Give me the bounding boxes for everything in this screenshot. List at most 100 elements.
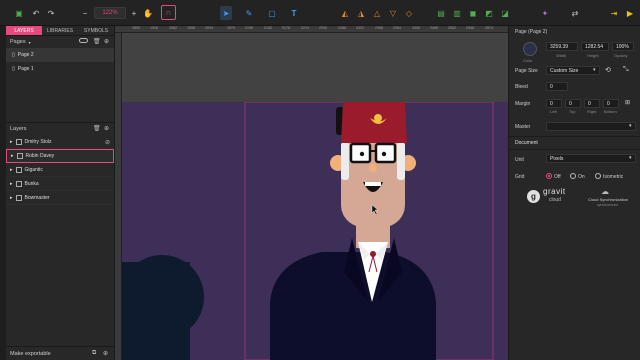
- ruler-tick: 2214: [301, 26, 309, 30]
- rectangle-tool-icon[interactable]: ▢: [266, 6, 278, 20]
- add-page-icon[interactable]: ⊕: [104, 38, 109, 45]
- page-color-swatch[interactable]: [523, 42, 537, 56]
- present-icon[interactable]: ▶: [624, 6, 636, 20]
- pages-label: Pages: [10, 39, 26, 45]
- layer-item-dmitry-stolz[interactable]: ▸ Dmitry Stolz ⊘: [6, 135, 114, 149]
- page-size-select[interactable]: Custom Size: [546, 66, 600, 75]
- margin-lock-icon[interactable]: ⊞: [625, 99, 630, 106]
- chevron-down-icon: ▾: [593, 67, 596, 73]
- group-icon: [15, 166, 22, 173]
- grid-isometric-radio[interactable]: [595, 173, 601, 179]
- chevron-right-icon[interactable]: ▸: [10, 139, 13, 145]
- align-center-icon[interactable]: ◮: [356, 6, 366, 20]
- chevron-right-icon[interactable]: ▸: [10, 195, 13, 201]
- chevron-down-icon[interactable]: ▾: [29, 40, 31, 45]
- pen-tool-icon[interactable]: ✎: [243, 6, 255, 20]
- layer-item-bowmaster[interactable]: ▸ Bowmaster: [6, 191, 114, 205]
- group-icon[interactable]: ▤: [436, 6, 446, 20]
- chevron-right-icon[interactable]: ▸: [10, 181, 13, 187]
- height-input[interactable]: 1282.54: [581, 42, 609, 51]
- pages-header[interactable]: Pages ▾ 🗑 ⊕: [6, 36, 114, 48]
- margin-top-input[interactable]: 0: [565, 99, 581, 108]
- effects-icon[interactable]: ✦: [540, 6, 550, 20]
- artboard-scene[interactable]: [122, 101, 508, 360]
- design-canvas[interactable]: [122, 33, 508, 360]
- page-item-page-2[interactable]: ▯ Page 2: [6, 48, 114, 62]
- margin-sublabel: Bottom: [604, 109, 617, 114]
- width-input[interactable]: 3259.39: [546, 42, 578, 51]
- trash-icon[interactable]: 🗑: [93, 38, 101, 45]
- hand-tool-icon[interactable]: ✋: [143, 6, 153, 20]
- zoom-level-input[interactable]: 122%: [94, 7, 126, 19]
- hair-left: [341, 142, 349, 180]
- margin-sublabel: Right: [587, 109, 597, 114]
- layer-item-bunka[interactable]: ▸ Bunka: [6, 177, 114, 191]
- main-toolbar: ▣ ↶ ↷ − 122% + ✋ ∩ ➤ ✎ ▢ T ◭ ◮ △ ▽ ◇ ▤ ▥…: [0, 0, 640, 26]
- master-select[interactable]: [546, 122, 636, 131]
- pointer-tool-icon[interactable]: ➤: [220, 6, 232, 20]
- ruler-tick: 2358: [375, 26, 383, 30]
- hat-moon-emblem: [374, 114, 382, 122]
- boolean-subtract-icon[interactable]: ◩: [484, 6, 494, 20]
- document-section-title: Document: [515, 140, 538, 146]
- height-label: Height: [587, 53, 599, 58]
- align-right-icon[interactable]: △: [372, 6, 382, 20]
- chevron-right-icon[interactable]: ▸: [11, 153, 14, 159]
- ungroup-icon[interactable]: ▥: [452, 6, 462, 20]
- align-left-icon[interactable]: ◭: [340, 6, 350, 20]
- align-top-icon[interactable]: ▽: [388, 6, 398, 20]
- save-icon[interactable]: ▣: [13, 6, 25, 20]
- horizontal-ruler: 1890 1926 1962 1998 2034 2070 2106 2142 …: [115, 26, 508, 33]
- ruler-tick: 2538: [466, 26, 474, 30]
- make-exportable-bar: Make exportable ⧉ ⊕: [6, 346, 115, 360]
- color-label: Color: [523, 58, 533, 63]
- tab-libraries[interactable]: LIBRARIES: [42, 26, 78, 35]
- ruler-tick: 2322: [356, 26, 364, 30]
- zoom-in-icon[interactable]: +: [129, 6, 139, 20]
- layer-item-gigantic[interactable]: ▸ Gigantic: [6, 163, 114, 177]
- fez-hat: [341, 102, 407, 143]
- fit-page-icon[interactable]: ⤡: [623, 66, 629, 74]
- align-middle-icon[interactable]: ◇: [404, 6, 414, 20]
- page-item-page-1[interactable]: ▯ Page 1: [6, 62, 114, 76]
- export-icon[interactable]: ⇥: [608, 6, 620, 20]
- grid-off-radio[interactable]: [546, 173, 552, 179]
- grid-label: Grid: [515, 174, 525, 180]
- character-illustration: [122, 101, 494, 360]
- export-slice-icon[interactable]: ⧉: [92, 350, 96, 357]
- add-layer-icon[interactable]: ⊕: [104, 125, 109, 132]
- bleed-input[interactable]: 0: [546, 82, 568, 91]
- layers-header: Layers 🗑 ⊕: [6, 123, 114, 135]
- tab-symbols[interactable]: SYMBOLS: [78, 26, 114, 35]
- divider: [509, 149, 640, 150]
- orientation-icon[interactable]: ⟲: [605, 66, 611, 74]
- opacity-input[interactable]: 100%: [612, 42, 634, 51]
- boolean-union-icon[interactable]: ◼: [468, 6, 478, 20]
- pages-spacer: [6, 76, 114, 122]
- teeth: [365, 182, 381, 186]
- unit-select[interactable]: Pixels: [546, 154, 636, 163]
- margin-bottom-input[interactable]: 0: [603, 99, 619, 108]
- make-exportable-label[interactable]: Make exportable: [10, 351, 51, 357]
- ruler-tick: 2466: [430, 26, 438, 30]
- zoom-out-icon[interactable]: −: [80, 6, 90, 20]
- margin-sublabel: Top: [569, 109, 576, 114]
- layer-label: Bunka: [24, 180, 39, 187]
- undo-icon[interactable]: ↶: [31, 6, 41, 20]
- snap-magnet-icon[interactable]: ∩: [161, 5, 176, 20]
- layer-item-robin-davey[interactable]: ▸ Robin Davey: [6, 149, 114, 163]
- tab-layers[interactable]: LAYERS: [6, 26, 42, 35]
- ruler-tick: 2394: [393, 26, 401, 30]
- add-export-icon[interactable]: ⊕: [103, 350, 108, 357]
- chevron-right-icon[interactable]: ▸: [10, 167, 13, 173]
- text-tool-icon[interactable]: T: [288, 6, 300, 20]
- redo-icon[interactable]: ↷: [46, 6, 56, 20]
- toggle-icon[interactable]: [79, 38, 88, 43]
- hidden-eye-icon[interactable]: ⊘: [105, 139, 110, 146]
- margin-right-input[interactable]: 0: [584, 99, 600, 108]
- margin-left-input[interactable]: 0: [546, 99, 562, 108]
- boolean-intersect-icon[interactable]: ◪: [500, 6, 510, 20]
- grid-on-radio[interactable]: [570, 173, 576, 179]
- trash-icon[interactable]: 🗑: [93, 125, 101, 132]
- share-icon[interactable]: ⇄: [570, 6, 580, 20]
